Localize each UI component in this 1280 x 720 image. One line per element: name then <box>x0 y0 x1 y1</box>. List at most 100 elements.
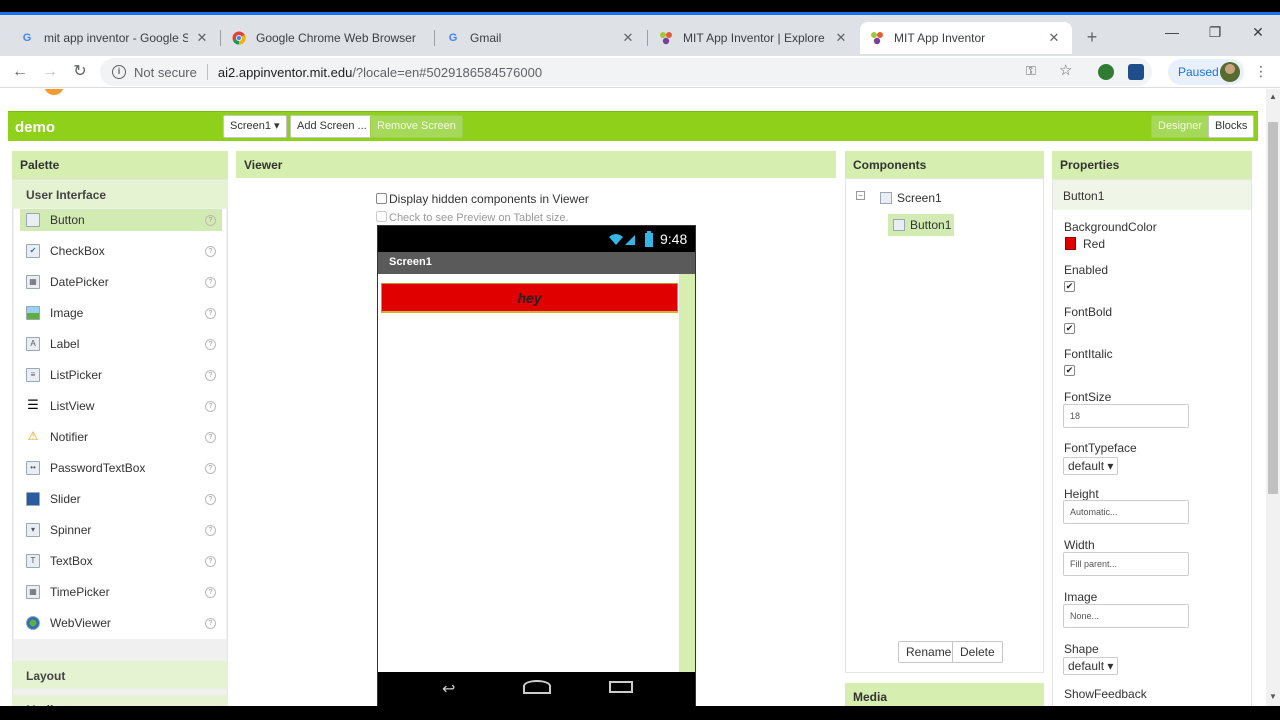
wifi-signal-icon <box>609 234 635 245</box>
palette-item-label[interactable]: A Label? <box>20 333 222 355</box>
menu-icon[interactable]: ⋮ <box>1254 63 1268 80</box>
browser-tab-strip: G mit app inventor - Google Sea ✕ Google… <box>0 0 1280 56</box>
minimize-icon[interactable]: — <box>1162 24 1182 46</box>
prop-fontbold-checkbox[interactable]: ✔ <box>1064 323 1075 334</box>
image-icon <box>26 306 40 320</box>
palette-item-listpicker[interactable]: ≡ ListPicker? <box>20 364 222 386</box>
prop-fontitalic-checkbox[interactable]: ✔ <box>1064 365 1075 376</box>
prop-width-input[interactable]: Fill parent... <box>1063 552 1189 576</box>
tab-title: Gmail <box>470 31 502 45</box>
prop-image-input[interactable]: None... <box>1063 604 1189 628</box>
window-close-icon[interactable]: ✕ <box>1248 24 1268 46</box>
restore-icon[interactable]: ❐ <box>1205 24 1225 46</box>
help-icon[interactable]: ? <box>205 400 216 412</box>
help-icon[interactable]: ? <box>205 245 216 257</box>
palette-category-media[interactable]: Media <box>12 695 228 706</box>
phone-recents-icon <box>609 681 633 693</box>
help-icon[interactable]: ? <box>205 276 216 288</box>
browser-tab[interactable]: G Gmail ✕ <box>436 22 646 54</box>
address-bar[interactable]: i Not secure ai2.appinventor.mit.edu/?lo… <box>100 58 1152 86</box>
palette-item-textbox[interactable]: T TextBox? <box>20 550 222 572</box>
profile-button[interactable]: Paused <box>1168 59 1244 85</box>
palette-item-timepicker[interactable]: ▦ TimePicker? <box>20 581 222 603</box>
color-swatch[interactable] <box>1065 237 1076 250</box>
prop-fonttypeface-select[interactable]: default ▾ <box>1063 457 1119 475</box>
star-icon[interactable]: ☆ <box>1059 61 1072 79</box>
help-icon[interactable]: ? <box>205 617 216 629</box>
help-icon[interactable]: ? <box>205 214 216 226</box>
help-icon[interactable]: ? <box>205 493 216 505</box>
palette-category-user-interface[interactable]: User Interface <box>12 180 228 208</box>
new-tab-icon[interactable]: + <box>1082 27 1102 47</box>
tablet-preview-checkbox[interactable] <box>376 211 387 222</box>
info-icon[interactable]: i <box>112 65 126 79</box>
tree-item-screen1[interactable]: Screen1 <box>880 191 942 205</box>
reload-icon[interactable]: ↻ <box>69 61 91 83</box>
help-icon[interactable]: ? <box>205 524 216 536</box>
extension-icon[interactable] <box>1128 64 1144 80</box>
prop-fontsize-input[interactable]: 18 <box>1063 404 1189 428</box>
browser-tab[interactable]: G mit app inventor - Google Sea ✕ <box>10 22 220 54</box>
url-host: ai2.appinventor.mit.edu <box>217 64 353 80</box>
palette-item-checkbox[interactable]: ✔ CheckBox? <box>20 240 222 262</box>
chrome-icon <box>232 31 246 45</box>
palette-item-notifier[interactable]: ⚠ Notifier? <box>20 426 222 448</box>
prop-fonttypeface-label: FontTypeface <box>1064 441 1137 455</box>
tab-divider <box>647 30 648 46</box>
security-label: Not secure <box>134 64 197 80</box>
help-icon[interactable]: ? <box>205 462 216 474</box>
close-icon[interactable]: ✕ <box>1046 30 1062 46</box>
remove-screen-button[interactable]: Remove Screen <box>370 115 463 138</box>
prop-enabled-checkbox[interactable]: ✔ <box>1064 281 1075 292</box>
palette-item-datepicker[interactable]: ▦ DatePicker? <box>20 271 222 293</box>
help-icon[interactable]: ? <box>205 307 216 319</box>
extension-globe-icon[interactable] <box>1098 64 1114 80</box>
scrollbar-thumb[interactable] <box>1268 122 1278 494</box>
tree-item-button1[interactable]: Button1 <box>888 214 954 236</box>
add-screen-button[interactable]: Add Screen ... <box>290 115 374 138</box>
screen-icon <box>880 192 892 204</box>
show-hidden-checkbox[interactable] <box>376 193 387 204</box>
screen-select[interactable]: Screen1 ▾ <box>223 115 287 138</box>
blocks-button[interactable]: Blocks <box>1208 115 1255 138</box>
browser-tab[interactable]: Google Chrome Web Browser <box>222 22 434 54</box>
tablet-preview-option[interactable]: Check to see Preview on Tablet size. <box>376 211 569 224</box>
prop-height-input[interactable]: Automatic... <box>1063 500 1189 524</box>
prop-backgroundcolor-value[interactable]: Red <box>1083 237 1105 251</box>
close-icon[interactable]: ✕ <box>833 30 849 46</box>
palette-item-image[interactable]: Image? <box>20 302 222 324</box>
help-icon[interactable]: ? <box>205 338 216 350</box>
show-hidden-option[interactable]: Display hidden components in Viewer <box>376 192 589 206</box>
browser-tab[interactable]: MIT App Inventor | Explore MI ✕ <box>649 22 859 54</box>
help-icon[interactable]: ? <box>205 555 216 567</box>
close-icon[interactable]: ✕ <box>620 30 636 46</box>
palette-item-slider[interactable]: Slider? <box>20 488 222 510</box>
forward-icon[interactable]: → <box>39 61 61 83</box>
browser-tab-active[interactable]: MIT App Inventor ✕ <box>860 22 1072 54</box>
close-icon[interactable]: ✕ <box>194 30 210 46</box>
collapse-icon[interactable]: − <box>856 191 865 200</box>
prop-shape-select[interactable]: default ▾ <box>1063 657 1119 675</box>
scroll-down-icon[interactable]: ▼ <box>1269 692 1277 701</box>
palette-item-webviewer[interactable]: WebViewer? <box>20 612 222 634</box>
prop-image-label: Image <box>1064 590 1098 604</box>
palette-category-layout[interactable]: Layout <box>12 661 228 689</box>
delete-button[interactable]: Delete <box>952 641 1003 663</box>
help-icon[interactable]: ? <box>205 369 216 381</box>
page-scrollbar[interactable]: ▲ ▼ <box>1266 89 1280 706</box>
scroll-up-icon[interactable]: ▲ <box>1269 92 1277 101</box>
listview-icon: ☰ <box>26 397 40 413</box>
back-icon[interactable]: ← <box>9 61 31 83</box>
palette-item-passwordtextbox[interactable]: •• PasswordTextBox? <box>20 457 222 479</box>
designer-button[interactable]: Designer <box>1151 115 1210 138</box>
palette-item-listview[interactable]: ☰ ListView? <box>20 395 222 417</box>
key-icon[interactable]: ⚿ <box>1026 63 1036 79</box>
palette-item-spinner[interactable]: ▾ Spinner? <box>20 519 222 541</box>
tree-toggle[interactable]: − <box>856 191 865 200</box>
palette-item-button[interactable]: Button? <box>20 209 222 231</box>
preview-button1[interactable]: hey <box>381 283 678 313</box>
help-icon[interactable]: ? <box>205 586 216 598</box>
rename-button[interactable]: Rename <box>898 641 960 663</box>
battery-icon <box>645 231 653 247</box>
help-icon[interactable]: ? <box>205 431 216 443</box>
